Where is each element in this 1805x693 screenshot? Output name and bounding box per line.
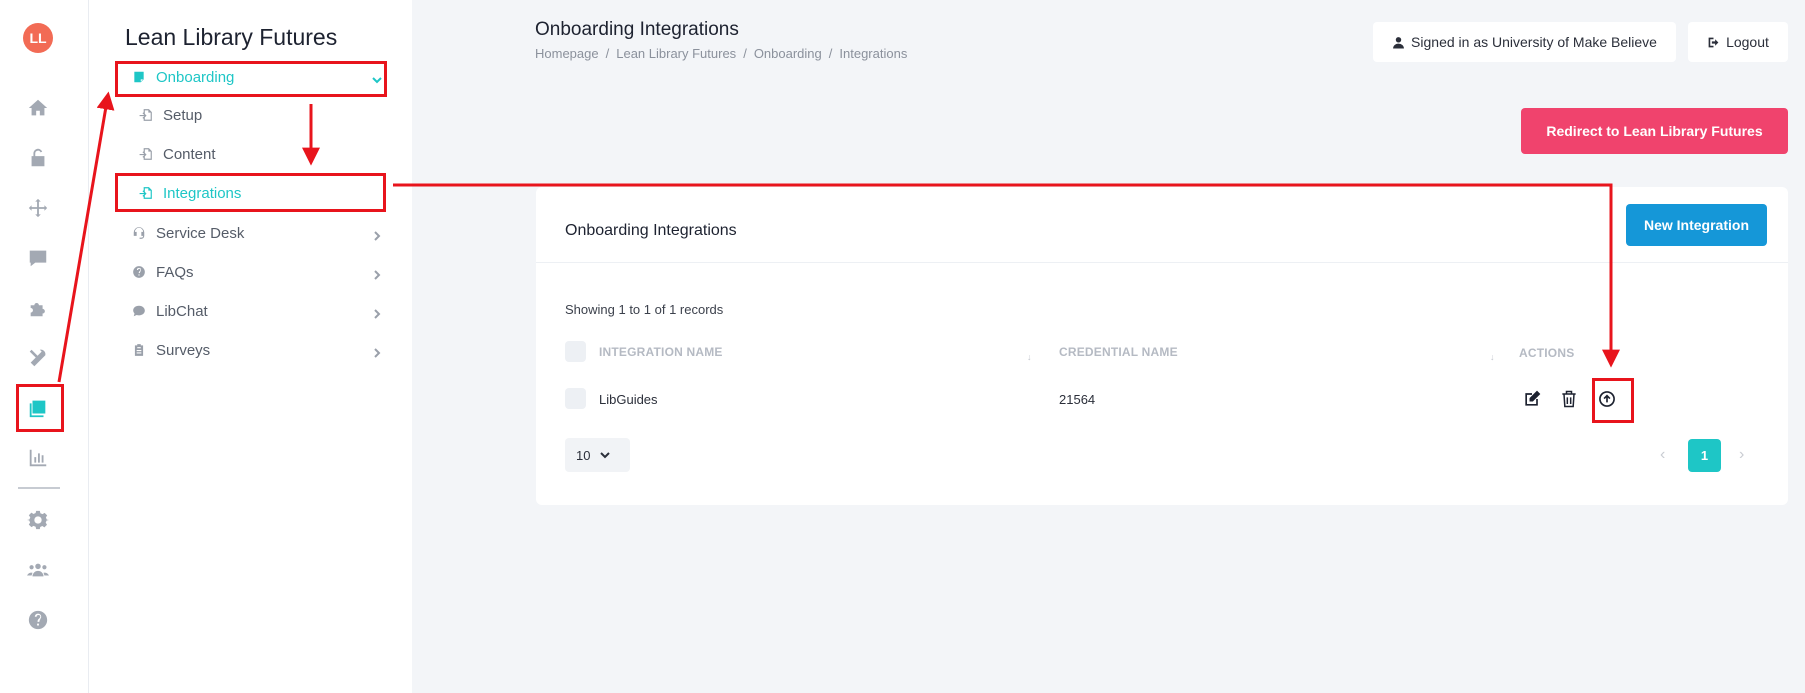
logout-button[interactable]: Logout (1688, 22, 1788, 62)
page-title: Onboarding Integrations (535, 19, 739, 40)
chevron-right-icon (372, 306, 382, 319)
cell-credential-name: 21564 (1059, 392, 1096, 407)
cell-integration-name: LibGuides (599, 392, 658, 407)
signed-in-button[interactable]: Signed in as University of Make Believe (1373, 22, 1676, 62)
move-icon[interactable] (26, 196, 50, 220)
new-integration-button[interactable]: New Integration (1626, 204, 1767, 246)
icon-rail: LL (0, 0, 89, 693)
records-count: Showing 1 to 1 of 1 records (565, 302, 724, 317)
users-icon[interactable] (26, 558, 50, 582)
breadcrumb-integrations: Integrations (839, 46, 908, 61)
annotation-box-onboarding (115, 61, 387, 97)
annotation-box-rail (16, 384, 64, 432)
user-icon (1393, 36, 1404, 48)
home-icon[interactable] (26, 96, 50, 120)
file-import-icon (138, 107, 154, 123)
column-header-credential-name[interactable]: CREDENTIAL NAME (1059, 345, 1178, 359)
submenu-panel: Lean Library Futures Onboarding Setup Co… (89, 0, 412, 693)
menu-item-content[interactable]: Content (89, 136, 412, 172)
chevron-right-icon (372, 228, 382, 241)
headset-icon (131, 225, 147, 241)
comment-icon[interactable] (26, 246, 50, 270)
breadcrumb-separator: / (605, 46, 610, 61)
chevron-right-icon (372, 267, 382, 280)
breadcrumb-onboarding[interactable]: Onboarding (754, 46, 822, 61)
file-import-icon (138, 146, 154, 162)
chevron-down-icon (600, 452, 611, 459)
pagination-page-1[interactable]: 1 (1688, 439, 1721, 472)
breadcrumb-separator: / (743, 46, 747, 61)
menu-item-libchat[interactable]: LibChat (89, 293, 412, 329)
clipboard-icon (131, 342, 147, 358)
breadcrumb-lean-library-futures[interactable]: Lean Library Futures (616, 46, 736, 61)
breadcrumb: Homepage / Lean Library Futures / Onboar… (535, 46, 907, 61)
tools-icon[interactable] (26, 346, 50, 370)
trash-icon[interactable] (1558, 388, 1580, 410)
annotation-box-integrations (115, 173, 386, 212)
menu-item-faqs[interactable]: FAQs (89, 254, 412, 290)
puzzle-icon[interactable] (26, 296, 50, 320)
pagination-prev[interactable]: ‹ (1660, 446, 1665, 464)
column-header-actions: ACTIONS (1519, 346, 1575, 360)
redirect-button[interactable]: Redirect to Lean Library Futures (1521, 108, 1788, 154)
menu-item-surveys[interactable]: Surveys (89, 332, 412, 368)
column-header-integration-name[interactable]: INTEGRATION NAME (599, 345, 723, 359)
edit-icon[interactable] (1521, 388, 1543, 410)
submenu-title: Lean Library Futures (125, 24, 338, 50)
breadcrumb-homepage[interactable]: Homepage (535, 46, 599, 61)
chevron-right-icon (372, 345, 382, 358)
breadcrumb-separator: / (828, 46, 833, 61)
menu-item-service-desk[interactable]: Service Desk (89, 215, 412, 251)
comment-icon (131, 303, 147, 319)
question-icon (131, 264, 147, 280)
card-title: Onboarding Integrations (565, 222, 737, 239)
integrations-card: Onboarding Integrations New Integration … (536, 187, 1788, 505)
annotation-box-upload (1592, 378, 1634, 423)
select-all-checkbox[interactable] (565, 341, 586, 362)
gear-icon[interactable] (26, 508, 50, 532)
card-divider (536, 262, 1788, 263)
sort-icon[interactable]: ↓ (1027, 352, 1032, 362)
page-size-select[interactable]: 10 (565, 438, 630, 472)
help-icon[interactable] (26, 608, 50, 632)
sort-icon[interactable]: ↓ (1490, 352, 1495, 362)
menu-item-setup[interactable]: Setup (89, 97, 412, 133)
row-checkbox[interactable] (565, 388, 586, 409)
unlock-icon[interactable] (26, 146, 50, 170)
rail-divider (18, 487, 60, 489)
logout-icon (1708, 37, 1719, 47)
pagination-next[interactable]: › (1739, 446, 1744, 464)
chart-icon[interactable] (26, 446, 50, 470)
app-logo[interactable]: LL (23, 23, 53, 53)
